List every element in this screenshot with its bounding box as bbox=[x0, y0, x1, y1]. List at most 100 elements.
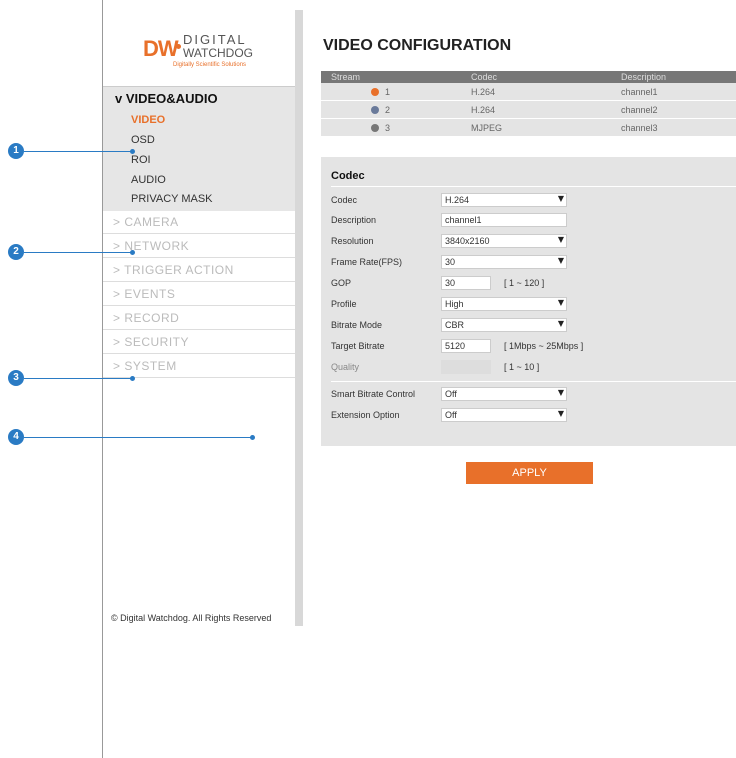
sidebar-item-security[interactable]: > SECURITY bbox=[103, 330, 295, 354]
quality-input[interactable] bbox=[441, 360, 491, 374]
sidebar: DW DIGITAL WATCHDOG Digitally Scientific… bbox=[103, 10, 295, 626]
description-cell: channel2 bbox=[611, 100, 736, 119]
apply-button[interactable]: APPLY bbox=[466, 462, 593, 484]
sidebar-subitem-privacy-mask[interactable]: PRIVACY MASK bbox=[131, 193, 213, 205]
triangle-down-icon: ▼ bbox=[557, 235, 564, 244]
copyright-text: © Digital Watchdog. All Rights Reserved bbox=[111, 613, 272, 623]
logo: DW DIGITAL WATCHDOG Digitally Scientific… bbox=[143, 30, 273, 72]
codec-panel: Codec Codec H.264 ▼ Description channel1 … bbox=[321, 157, 736, 446]
smart-bitrate-select[interactable]: Off ▼ bbox=[441, 387, 567, 401]
triangle-down-icon: ▼ bbox=[557, 388, 564, 397]
gop-input[interactable]: 30 bbox=[441, 276, 491, 290]
stream-table: Stream Codec Description 1 H.264 channel… bbox=[321, 71, 736, 137]
triangle-down-icon: ▼ bbox=[557, 256, 564, 265]
sidebar-subitem-roi[interactable]: ROI bbox=[131, 154, 151, 166]
codec-select[interactable]: H.264 ▼ bbox=[441, 193, 567, 207]
sidebar-divider bbox=[295, 10, 303, 626]
callout-marker: 1 bbox=[8, 143, 24, 159]
stream-cell: 1 bbox=[321, 83, 461, 101]
stream-row-2[interactable]: 2 H.264 channel2 bbox=[321, 100, 736, 119]
panel-divider bbox=[331, 381, 736, 382]
sidebar-item-events[interactable]: > EVENTS bbox=[103, 282, 295, 306]
column-header-description: Description bbox=[611, 71, 736, 83]
extension-option-label: Extension Option bbox=[331, 410, 400, 420]
description-cell: channel3 bbox=[611, 118, 736, 137]
codec-panel-title: Codec bbox=[331, 170, 365, 182]
sidebar-subitem-video[interactable]: VIDEO bbox=[131, 114, 165, 126]
callout-marker: 2 bbox=[8, 244, 24, 260]
stream-number: 2 bbox=[385, 104, 391, 115]
resolution-select[interactable]: 3840x2160 ▼ bbox=[441, 234, 567, 248]
column-header-codec: Codec bbox=[461, 71, 611, 83]
sidebar-item-trigger-action[interactable]: > TRIGGER ACTION bbox=[103, 258, 295, 282]
sidebar-item-record[interactable]: > RECORD bbox=[103, 306, 295, 330]
extension-option-value: Off bbox=[445, 410, 457, 420]
logo-line2: WATCHDOG bbox=[183, 46, 253, 60]
target-bitrate-label: Target Bitrate bbox=[331, 341, 385, 351]
codec-cell: MJPEG bbox=[461, 118, 611, 137]
bitrate-mode-label: Bitrate Mode bbox=[331, 320, 383, 330]
sidebar-subitem-audio[interactable]: AUDIO bbox=[131, 174, 166, 186]
logo-dot-icon bbox=[176, 44, 181, 49]
profile-select[interactable]: High ▼ bbox=[441, 297, 567, 311]
sidebar-section-title[interactable]: v VIDEO&AUDIO bbox=[115, 91, 218, 106]
bitrate-mode-value: CBR bbox=[445, 320, 465, 330]
profile-value: High bbox=[445, 299, 464, 309]
quality-label: Quality bbox=[331, 362, 360, 372]
sidebar-subitem-osd[interactable]: OSD bbox=[131, 134, 155, 146]
stream-row-3[interactable]: 3 MJPEG channel3 bbox=[321, 118, 736, 137]
sidebar-item-system[interactable]: > SYSTEM bbox=[103, 354, 295, 378]
stream-row-1[interactable]: 1 H.264 channel1 bbox=[321, 83, 736, 101]
callout-marker: 4 bbox=[8, 429, 24, 445]
smart-bitrate-label: Smart Bitrate Control bbox=[331, 389, 416, 399]
resolution-label: Resolution bbox=[331, 236, 374, 246]
target-bitrate-range-hint: [ 1Mbps ~ 25Mbps ] bbox=[504, 341, 584, 351]
stream-radio-icon[interactable] bbox=[371, 106, 379, 115]
extension-option-select[interactable]: Off ▼ bbox=[441, 408, 567, 422]
description-cell: channel1 bbox=[611, 83, 736, 101]
logo-mark: DW bbox=[143, 36, 179, 61]
frame-rate-label: Frame Rate(FPS) bbox=[331, 257, 403, 267]
callout-leader-line bbox=[24, 252, 132, 253]
logo-line1: DIGITAL bbox=[183, 32, 247, 47]
triangle-down-icon: ▼ bbox=[557, 194, 564, 203]
callout-leader-dot bbox=[130, 250, 135, 255]
codec-cell: H.264 bbox=[461, 100, 611, 119]
sidebar-item-camera[interactable]: > CAMERA bbox=[103, 210, 295, 234]
column-header-stream: Stream bbox=[321, 71, 461, 83]
gop-label: GOP bbox=[331, 278, 352, 288]
main-content: VIDEO CONFIGURATION Stream Codec Descrip… bbox=[303, 10, 736, 626]
codec-cell: H.264 bbox=[461, 83, 611, 101]
stream-table-header: Stream Codec Description bbox=[321, 71, 736, 83]
profile-label: Profile bbox=[331, 299, 357, 309]
resolution-value: 3840x2160 bbox=[445, 236, 490, 246]
logo-tagline: Digitally Scientific Solutions bbox=[173, 62, 247, 68]
smart-bitrate-value: Off bbox=[445, 389, 457, 399]
bitrate-mode-select[interactable]: CBR ▼ bbox=[441, 318, 567, 332]
callout-leader-dot bbox=[130, 376, 135, 381]
page-title: VIDEO CONFIGURATION bbox=[323, 37, 512, 54]
stream-radio-icon[interactable] bbox=[371, 124, 379, 133]
stream-number: 1 bbox=[385, 86, 391, 97]
stream-cell: 2 bbox=[321, 100, 461, 119]
stream-cell: 3 bbox=[321, 118, 461, 137]
triangle-down-icon: ▼ bbox=[557, 319, 564, 328]
callout-leader-line bbox=[24, 437, 252, 438]
callout-leader-line bbox=[24, 151, 132, 152]
callout-marker: 3 bbox=[8, 370, 24, 386]
stream-radio-icon[interactable] bbox=[371, 88, 379, 97]
triangle-down-icon: ▼ bbox=[557, 298, 564, 307]
codec-label: Codec bbox=[331, 195, 358, 205]
description-input[interactable]: channel1 bbox=[441, 213, 567, 227]
panel-divider bbox=[331, 186, 736, 187]
frame-rate-select[interactable]: 30 ▼ bbox=[441, 255, 567, 269]
quality-range-hint: [ 1 ~ 10 ] bbox=[504, 362, 540, 372]
target-bitrate-input[interactable]: 5120 bbox=[441, 339, 491, 353]
callout-leader-line bbox=[24, 378, 132, 379]
codec-value: H.264 bbox=[445, 195, 470, 205]
gop-range-hint: [ 1 ~ 120 ] bbox=[504, 278, 545, 288]
callout-leader-dot bbox=[130, 149, 135, 154]
triangle-down-icon: ▼ bbox=[557, 409, 564, 418]
frame-rate-value: 30 bbox=[445, 257, 456, 267]
stream-number: 3 bbox=[385, 122, 391, 133]
